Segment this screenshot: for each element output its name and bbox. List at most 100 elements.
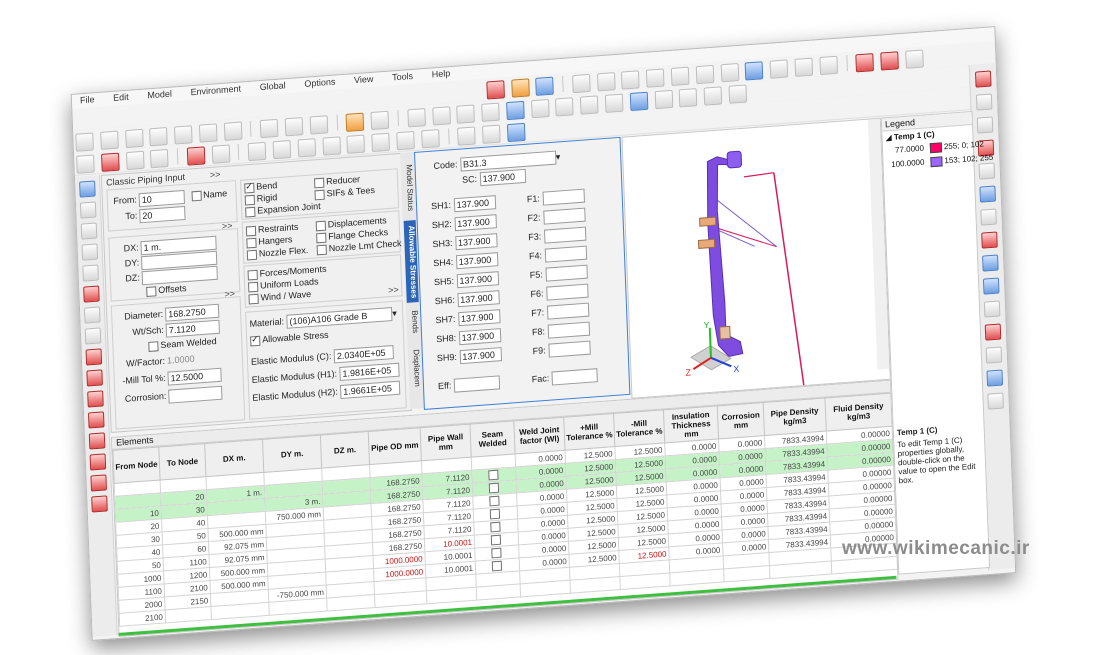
f-input[interactable] <box>544 245 587 263</box>
sidebar-tool-icon[interactable] <box>83 306 101 324</box>
seam-welded-checkbox[interactable] <box>488 495 500 507</box>
sidebar-tool-icon[interactable] <box>981 231 998 249</box>
sh-input[interactable]: 137.900 <box>458 328 501 346</box>
table-cell[interactable] <box>165 606 212 623</box>
name-checkbox[interactable] <box>191 190 202 202</box>
column-header[interactable]: Pipe OD mm <box>368 427 422 465</box>
copy-icon[interactable] <box>174 125 193 145</box>
column-header[interactable]: Insulation Thickness mm <box>663 405 719 443</box>
menu-tools[interactable]: Tools <box>384 69 421 84</box>
chevron-down-icon[interactable]: ▾ <box>392 308 397 318</box>
seam-welded-checkbox[interactable] <box>489 508 500 520</box>
nozzle-lmt-checkbox[interactable] <box>316 244 327 256</box>
rigid-checkbox[interactable] <box>244 194 256 206</box>
sh-input[interactable]: 137.900 <box>456 271 499 289</box>
render-icon[interactable] <box>535 76 555 96</box>
sidebar-tool-icon[interactable] <box>974 70 992 88</box>
reset-view-icon[interactable] <box>407 108 426 128</box>
pan-icon[interactable] <box>530 98 550 119</box>
table-cell[interactable] <box>520 580 571 597</box>
f-input[interactable] <box>543 226 586 244</box>
sh-input[interactable]: 137.900 <box>459 347 502 365</box>
node-icon[interactable] <box>486 80 505 100</box>
print-icon[interactable] <box>223 121 243 141</box>
continue-icon[interactable] <box>346 134 366 154</box>
outline-icon[interactable] <box>703 86 723 106</box>
color-swatch[interactable] <box>930 156 943 168</box>
seam-welded-checkbox[interactable] <box>489 521 501 533</box>
previous-element-icon[interactable] <box>272 140 292 160</box>
axis-icon[interactable] <box>744 61 764 81</box>
menu-edit[interactable]: Edit <box>105 90 137 104</box>
flag-icon[interactable] <box>855 53 875 73</box>
sh-input[interactable]: 137.900 <box>455 252 498 270</box>
color-swatch[interactable] <box>929 142 943 154</box>
valve-icon[interactable] <box>670 66 690 86</box>
sidebar-tool-icon[interactable] <box>987 392 1004 410</box>
pit-icon[interactable] <box>345 112 365 132</box>
sidebar-tool-icon[interactable] <box>984 323 1002 341</box>
flange-checks-checkbox[interactable] <box>316 232 327 244</box>
table-cell[interactable] <box>268 598 328 616</box>
column-header[interactable]: DY m. <box>262 435 322 473</box>
expand-arrows[interactable]: >> <box>388 284 399 295</box>
seam-welded-checkbox[interactable] <box>487 469 499 481</box>
restraint-3d-icon[interactable] <box>482 124 501 144</box>
table-cell[interactable] <box>669 568 725 586</box>
last-element-icon[interactable] <box>322 136 341 156</box>
structure-icon[interactable] <box>370 110 390 131</box>
sidebar-tool-icon[interactable] <box>85 348 103 366</box>
sh-input[interactable]: 137.900 <box>457 309 501 327</box>
sidebar-tool-icon[interactable] <box>80 222 98 240</box>
volume-plot-icon[interactable] <box>510 78 530 98</box>
table-cell[interactable] <box>374 590 427 608</box>
sidebar-tool-icon[interactable] <box>88 432 106 450</box>
sifs-tees-checkbox[interactable] <box>314 189 325 201</box>
tee-icon[interactable] <box>457 126 477 146</box>
seam-welded-checkbox[interactable] <box>491 560 502 572</box>
cursor-icon[interactable] <box>604 93 624 113</box>
sidebar-tool-icon[interactable] <box>79 180 96 198</box>
column-header[interactable]: Weld Joint factor (Wl) <box>513 417 565 454</box>
node-tool-icon[interactable] <box>211 144 231 164</box>
delta-icon[interactable] <box>571 73 591 94</box>
save-icon[interactable] <box>124 128 144 149</box>
first-element-icon[interactable] <box>247 141 267 162</box>
sidebar-tool-icon[interactable] <box>975 93 993 111</box>
expansion-icon[interactable] <box>695 64 715 85</box>
sidebar-tool-icon[interactable] <box>87 390 104 408</box>
expand-arrows[interactable]: >> <box>224 288 235 299</box>
undo-icon[interactable] <box>396 130 415 151</box>
column-header[interactable]: Fluid Density kg/m3 <box>825 393 893 432</box>
expand-arrows[interactable]: >> <box>210 169 221 180</box>
wind-wave-checkbox[interactable] <box>248 293 259 305</box>
orbit-icon[interactable] <box>505 100 525 121</box>
zoom-in-icon[interactable] <box>431 106 451 126</box>
next-element-icon[interactable] <box>297 138 316 158</box>
column-header[interactable]: DZ m. <box>320 431 370 469</box>
seam-welded-checkbox[interactable] <box>490 547 502 559</box>
new-file-icon[interactable] <box>75 132 94 152</box>
tab-model-status[interactable]: Model Status <box>401 156 415 219</box>
sidebar-tool-icon[interactable] <box>978 162 996 180</box>
f-input[interactable] <box>545 283 589 301</box>
table-cell[interactable] <box>723 565 770 582</box>
sidebar-tool-icon[interactable] <box>79 201 97 219</box>
sh-input[interactable]: 137.900 <box>453 195 496 213</box>
table-cell[interactable] <box>326 594 376 612</box>
nozzle-flex-checkbox[interactable] <box>246 249 258 261</box>
seam-welded-checkbox[interactable] <box>490 534 501 546</box>
zoom-window-icon[interactable] <box>481 102 500 122</box>
table-cell[interactable] <box>619 572 671 590</box>
sidebar-tool-icon[interactable] <box>983 300 1001 318</box>
hanger-icon[interactable] <box>621 70 641 90</box>
bend-checkbox[interactable] <box>244 182 255 194</box>
restraints-checkbox[interactable] <box>245 225 257 237</box>
offsets-checkbox[interactable] <box>146 285 157 297</box>
hidden-line-icon[interactable] <box>678 88 698 108</box>
error-icon[interactable] <box>880 51 899 71</box>
menu-global[interactable]: Global <box>251 79 293 94</box>
binoculars-icon[interactable] <box>819 55 838 76</box>
menu-options[interactable]: Options <box>296 75 343 90</box>
table-cell[interactable] <box>476 583 521 601</box>
